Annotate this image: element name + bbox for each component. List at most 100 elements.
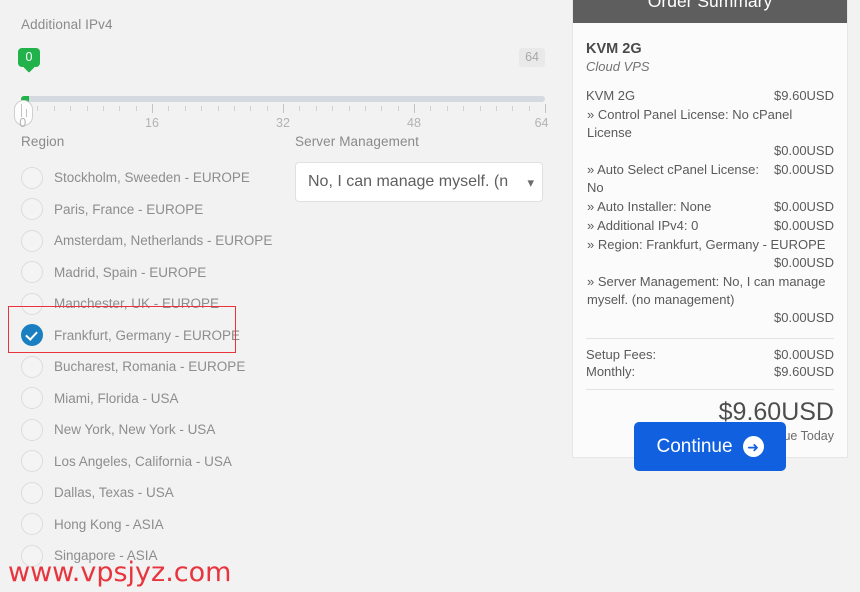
config-line-3: » Additional IPv4: 0 $0.00USD [586, 217, 834, 235]
slider-tick [430, 106, 432, 111]
config-line-amount: $0.00USD [774, 199, 834, 214]
region-option-7[interactable]: Miami, Florida - USA [21, 383, 283, 415]
config-line-label: » Additional IPv4: 0 [587, 218, 699, 233]
slider-tick [233, 106, 235, 111]
radio-unchecked-icon[interactable] [21, 292, 43, 315]
slider-track[interactable] [21, 96, 545, 102]
slider-tick [184, 106, 186, 111]
slider-tick [102, 106, 104, 111]
totals-divider [586, 338, 834, 339]
slider-tick [381, 106, 383, 111]
base-product-row: KVM 2G $9.60USD [586, 87, 834, 105]
radio-unchecked-icon[interactable] [21, 387, 43, 410]
slider-tick [545, 104, 546, 113]
configuration-line-items: » Control Panel License: No cPanel Licen… [586, 106, 834, 327]
slider-tick [250, 106, 252, 111]
slider-tick [283, 104, 284, 113]
region-option-0[interactable]: Stockholm, Sweeden - EUROPE [21, 162, 283, 194]
config-line-label: » Server Management: No, I can manage my… [587, 274, 826, 307]
slider-tick [21, 104, 22, 113]
server-management-selected-value: No, I can manage myself. (n [308, 173, 509, 190]
setup-fees-row: Setup Fees: $0.00USD [586, 346, 834, 363]
slider-tick-label: 0 [19, 116, 27, 130]
config-line-2: » Auto Installer: None $0.00USD [586, 198, 834, 216]
arrow-right-circle-icon: ➜ [742, 436, 764, 457]
config-line-amount: $0.00USD [774, 218, 834, 233]
slider-tick [512, 106, 514, 111]
region-option-label: Bucharest, Romania - EUROPE [54, 359, 246, 375]
region-option-list: Stockholm, Sweeden - EUROPE Paris, France… [21, 162, 283, 572]
radio-unchecked-icon[interactable] [21, 481, 43, 504]
slider-tick [528, 106, 530, 111]
region-option-label: Frankfurt, Germany - EUROPE [54, 327, 241, 343]
region-option-label: Los Angeles, California - USA [54, 453, 232, 469]
region-option-1[interactable]: Paris, France - EUROPE [21, 194, 283, 226]
slider-tick-label: 48 [407, 116, 421, 130]
additional-ipv4-label: Additional IPv4 [21, 17, 113, 32]
radio-unchecked-icon[interactable] [21, 261, 43, 284]
radio-unchecked-icon[interactable] [21, 450, 43, 473]
config-line-amount: $0.00USD [774, 162, 834, 177]
base-product-amount: $9.60USD [774, 88, 834, 103]
monthly-amount: $9.60USD [774, 364, 834, 379]
chevron-down-icon: ▾ [527, 174, 534, 190]
region-option-5[interactable]: Frankfurt, Germany - EUROPE [21, 320, 283, 352]
configuration-column: Additional IPv4 0 64 0 16 32 48 64 Region St… [0, 0, 560, 592]
slider-value-bubble: 0 [18, 48, 40, 67]
additional-ipv4-slider-block: Additional IPv4 0 64 0 16 32 48 64 [14, 17, 548, 130]
region-option-10[interactable]: Dallas, Texas - USA [21, 477, 283, 509]
radio-unchecked-icon[interactable] [21, 355, 43, 378]
region-option-6[interactable]: Bucharest, Romania - EUROPE [21, 351, 283, 383]
slider-tick [479, 106, 481, 111]
radio-unchecked-icon[interactable] [21, 418, 43, 441]
config-line-0: » Control Panel License: No cPanel Licen… [586, 106, 834, 160]
slider-tick [119, 106, 121, 111]
continue-button-wrap: Continue ➜ [572, 422, 848, 471]
radio-checked-icon[interactable] [21, 324, 43, 347]
slider-tick-label: 16 [145, 116, 159, 130]
region-label: Region [21, 134, 65, 149]
ipv4-slider[interactable]: 0 64 0 16 32 48 64 [14, 48, 548, 130]
region-option-label: Amsterdam, Netherlands - EUROPE [54, 233, 273, 249]
monthly-row: Monthly: $9.60USD [586, 363, 834, 380]
config-line-4: » Region: Frankfurt, Germany - EUROPE $0.… [586, 236, 834, 272]
region-option-2[interactable]: Amsterdam, Netherlands - EUROPE [21, 225, 283, 257]
radio-unchecked-icon[interactable] [21, 198, 43, 221]
slider-tick [86, 106, 88, 111]
region-option-4[interactable]: Manchester, UK - EUROPE [21, 288, 283, 320]
config-line-amount: $0.00USD [774, 255, 834, 270]
region-option-9[interactable]: Los Angeles, California - USA [21, 446, 283, 478]
product-group: Cloud VPS [586, 59, 650, 74]
region-option-label: Dallas, Texas - USA [54, 485, 174, 501]
slider-tick-label: 64 [534, 116, 549, 130]
radio-unchecked-icon[interactable] [21, 166, 43, 189]
config-line-label: » Control Panel License: No cPanel Licen… [587, 107, 793, 140]
setup-fees-amount: $0.00USD [774, 347, 834, 362]
region-option-11[interactable]: Hong Kong - ASIA [21, 509, 283, 541]
slider-tick [348, 106, 350, 111]
config-line-label: » Region: Frankfurt, Germany - EUROPE [587, 237, 826, 252]
radio-unchecked-icon[interactable] [21, 229, 43, 252]
region-option-label: New York, New York - USA [54, 422, 216, 438]
region-option-label: Stockholm, Sweeden - EUROPE [54, 170, 250, 186]
config-line-amount: $0.00USD [774, 143, 834, 158]
slider-ticks [21, 104, 546, 114]
region-block: Region Stockholm, Sweeden - EUROPE Paris,… [21, 134, 283, 572]
config-line-amount: $0.00USD [774, 310, 834, 325]
server-management-select[interactable]: No, I can manage myself. (n ▾ [295, 162, 543, 202]
config-line-label: » Auto Select cPanel License: No [587, 162, 760, 195]
slider-tick [332, 106, 334, 111]
slider-tick [446, 106, 448, 111]
region-option-8[interactable]: New York, New York - USA [21, 414, 283, 446]
order-summary-body: KVM 2G Cloud VPS KVM 2G $9.60USD » Contr… [573, 23, 847, 457]
slider-tick [397, 106, 399, 111]
region-option-label: Miami, Florida - USA [54, 390, 179, 406]
region-option-label: Manchester, UK - EUROPE [54, 296, 220, 312]
continue-button[interactable]: Continue ➜ [634, 422, 786, 471]
slider-tick [315, 106, 317, 111]
radio-unchecked-icon[interactable] [21, 513, 43, 536]
slider-tick [201, 106, 203, 111]
region-option-3[interactable]: Madrid, Spain - EUROPE [21, 257, 283, 289]
slider-tick [217, 106, 219, 111]
site-watermark: www.vpsjyz.com [8, 557, 232, 588]
